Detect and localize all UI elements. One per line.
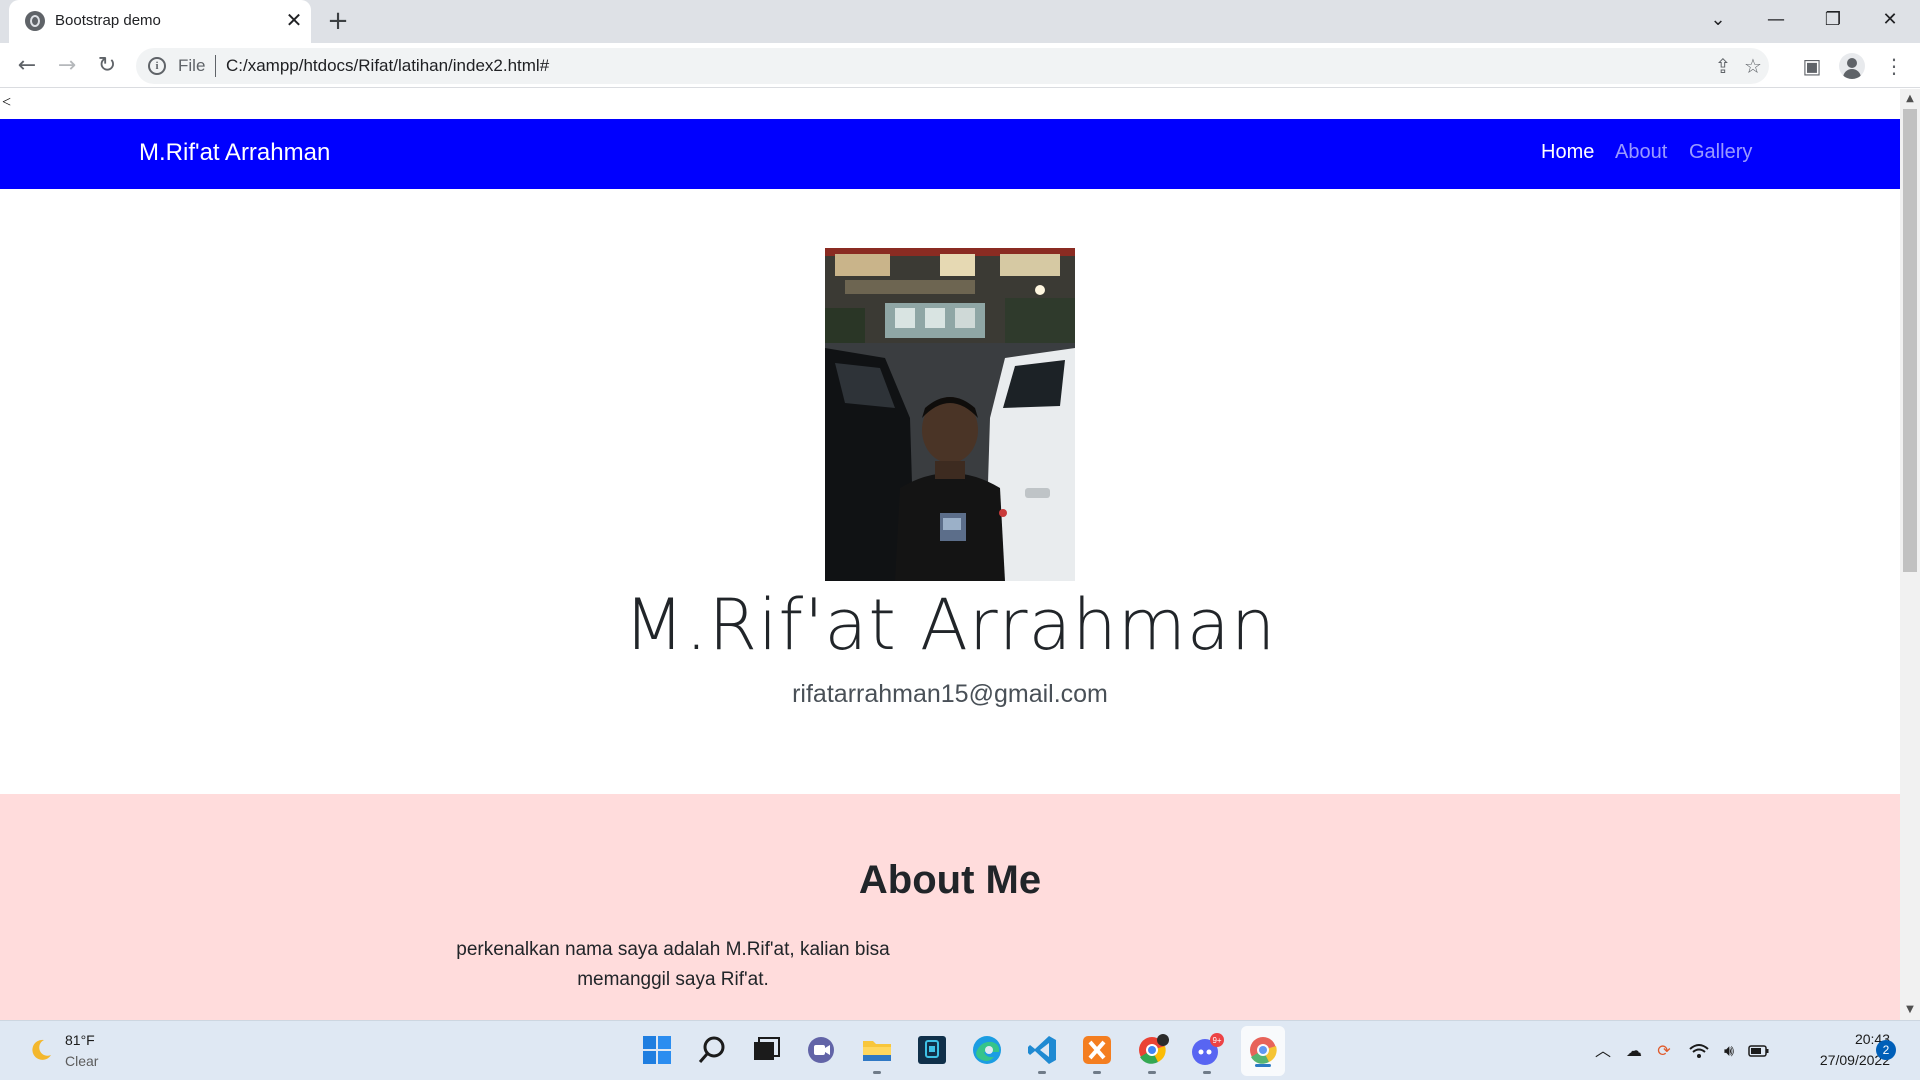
browser-tab[interactable]: Bootstrap demo ✕: [9, 0, 311, 43]
site-navbar: M.Rif'at Arrahman Home About Gallery: [0, 119, 1900, 189]
vscode-icon[interactable]: [1025, 1033, 1059, 1074]
xampp-icon[interactable]: [1080, 1033, 1114, 1074]
scheme-label: File: [178, 56, 206, 75]
moon-icon[interactable]: [28, 1037, 54, 1063]
address-bar[interactable]: i File C:/xampp/htdocs/Rifat/latihan/ind…: [136, 48, 1769, 84]
close-window-button[interactable]: ✕: [1872, 4, 1908, 36]
browser-toolbar: ← → ↻ i File C:/xampp/htdocs/Rifat/latih…: [0, 43, 1920, 88]
close-tab-icon[interactable]: ✕: [282, 7, 306, 33]
page-scrollbar[interactable]: ▲ ▼: [1900, 89, 1920, 1020]
profile-avatar[interactable]: [1839, 53, 1865, 79]
about-title: About Me: [858, 858, 1042, 902]
nav-link-about[interactable]: About: [1615, 141, 1667, 164]
weather-condition[interactable]: Clear: [65, 1053, 98, 1069]
omnibox-divider: [215, 55, 216, 77]
hero-section: M.Rif'at Arrahman rifatarrahman15@gmail.…: [0, 189, 1900, 794]
nav-link-gallery[interactable]: Gallery: [1689, 141, 1752, 164]
discord-badge: 9+: [1212, 1036, 1221, 1045]
about-text: perkenalkan nama saya adalah M.Rif'at, k…: [456, 939, 890, 990]
search-icon[interactable]: [695, 1033, 729, 1067]
sync-icon[interactable]: ⟳: [1653, 1041, 1675, 1061]
back-button[interactable]: ←: [11, 50, 43, 82]
file-explorer-icon[interactable]: [860, 1033, 894, 1074]
tab-search-chevron-icon[interactable]: ⌄: [1700, 4, 1736, 36]
scroll-down-arrow-icon[interactable]: ▼: [1900, 1000, 1920, 1020]
info-icon[interactable]: i: [148, 57, 166, 75]
nav-link-home[interactable]: Home: [1541, 141, 1594, 164]
clock-date[interactable]: 27/09/2022: [1780, 1052, 1890, 1068]
restore-button[interactable]: ❐: [1815, 4, 1851, 36]
scroll-up-arrow-icon[interactable]: ▲: [1900, 89, 1920, 109]
store-icon[interactable]: [915, 1033, 949, 1067]
volume-icon[interactable]: 🔊︎: [1718, 1041, 1740, 1061]
navbar-brand[interactable]: M.Rif'at Arrahman: [139, 139, 330, 167]
chrome-profile-icon[interactable]: [1135, 1033, 1169, 1074]
menu-kebab-icon[interactable]: ⋮: [1879, 51, 1909, 81]
minimize-button[interactable]: —: [1758, 4, 1794, 36]
hero-name: M.Rif'at Arrahman: [623, 584, 1277, 666]
forward-button[interactable]: →: [51, 50, 83, 82]
page-viewport: < M.Rif'at Arrahman Home About Gallery M…: [0, 89, 1900, 1020]
profile-photo: [825, 248, 1075, 581]
task-view-icon[interactable]: [749, 1033, 783, 1067]
start-windows-icon[interactable]: [640, 1033, 674, 1067]
weather-temperature[interactable]: 81°F: [65, 1032, 95, 1048]
notification-badge[interactable]: 2: [1876, 1040, 1896, 1060]
tab-title: Bootstrap demo: [55, 12, 161, 29]
discord-icon[interactable]: 9+: [1190, 1033, 1224, 1074]
side-panel-icon[interactable]: ▣: [1797, 51, 1827, 81]
hero-email: rifatarrahman15@gmail.com: [792, 680, 1108, 708]
share-icon[interactable]: ⇪: [1709, 52, 1737, 80]
show-hidden-icons-chevron-icon[interactable]: ︿: [1592, 1041, 1614, 1061]
onedrive-cloud-icon[interactable]: ☁: [1623, 1041, 1645, 1061]
stray-text: <: [2, 94, 12, 111]
new-tab-button[interactable]: +: [324, 6, 352, 36]
windows-taskbar: 81°F Clear 9+ ︿ ☁ ⟳ 🔊︎ 20:43 27/09/2022 …: [0, 1020, 1920, 1080]
browser-tab-strip: Bootstrap demo ✕ + ⌄ — ❐ ✕: [0, 0, 1920, 43]
url-text[interactable]: C:/xampp/htdocs/Rifat/latihan/index2.htm…: [226, 56, 549, 76]
chrome-active-tile[interactable]: [1241, 1026, 1285, 1076]
reload-button[interactable]: ↻: [91, 50, 123, 82]
wifi-icon[interactable]: [1688, 1041, 1710, 1061]
globe-icon: [25, 11, 45, 31]
edge-browser-icon[interactable]: [970, 1033, 1004, 1067]
battery-icon[interactable]: [1748, 1041, 1770, 1061]
chrome-icon[interactable]: [1246, 1033, 1280, 1067]
bookmark-star-icon[interactable]: ☆: [1739, 52, 1767, 80]
scrollbar-thumb[interactable]: [1903, 109, 1917, 572]
about-section: About Me perkenalkan nama saya adalah M.…: [0, 794, 1900, 1020]
teams-chat-icon[interactable]: [804, 1033, 838, 1067]
